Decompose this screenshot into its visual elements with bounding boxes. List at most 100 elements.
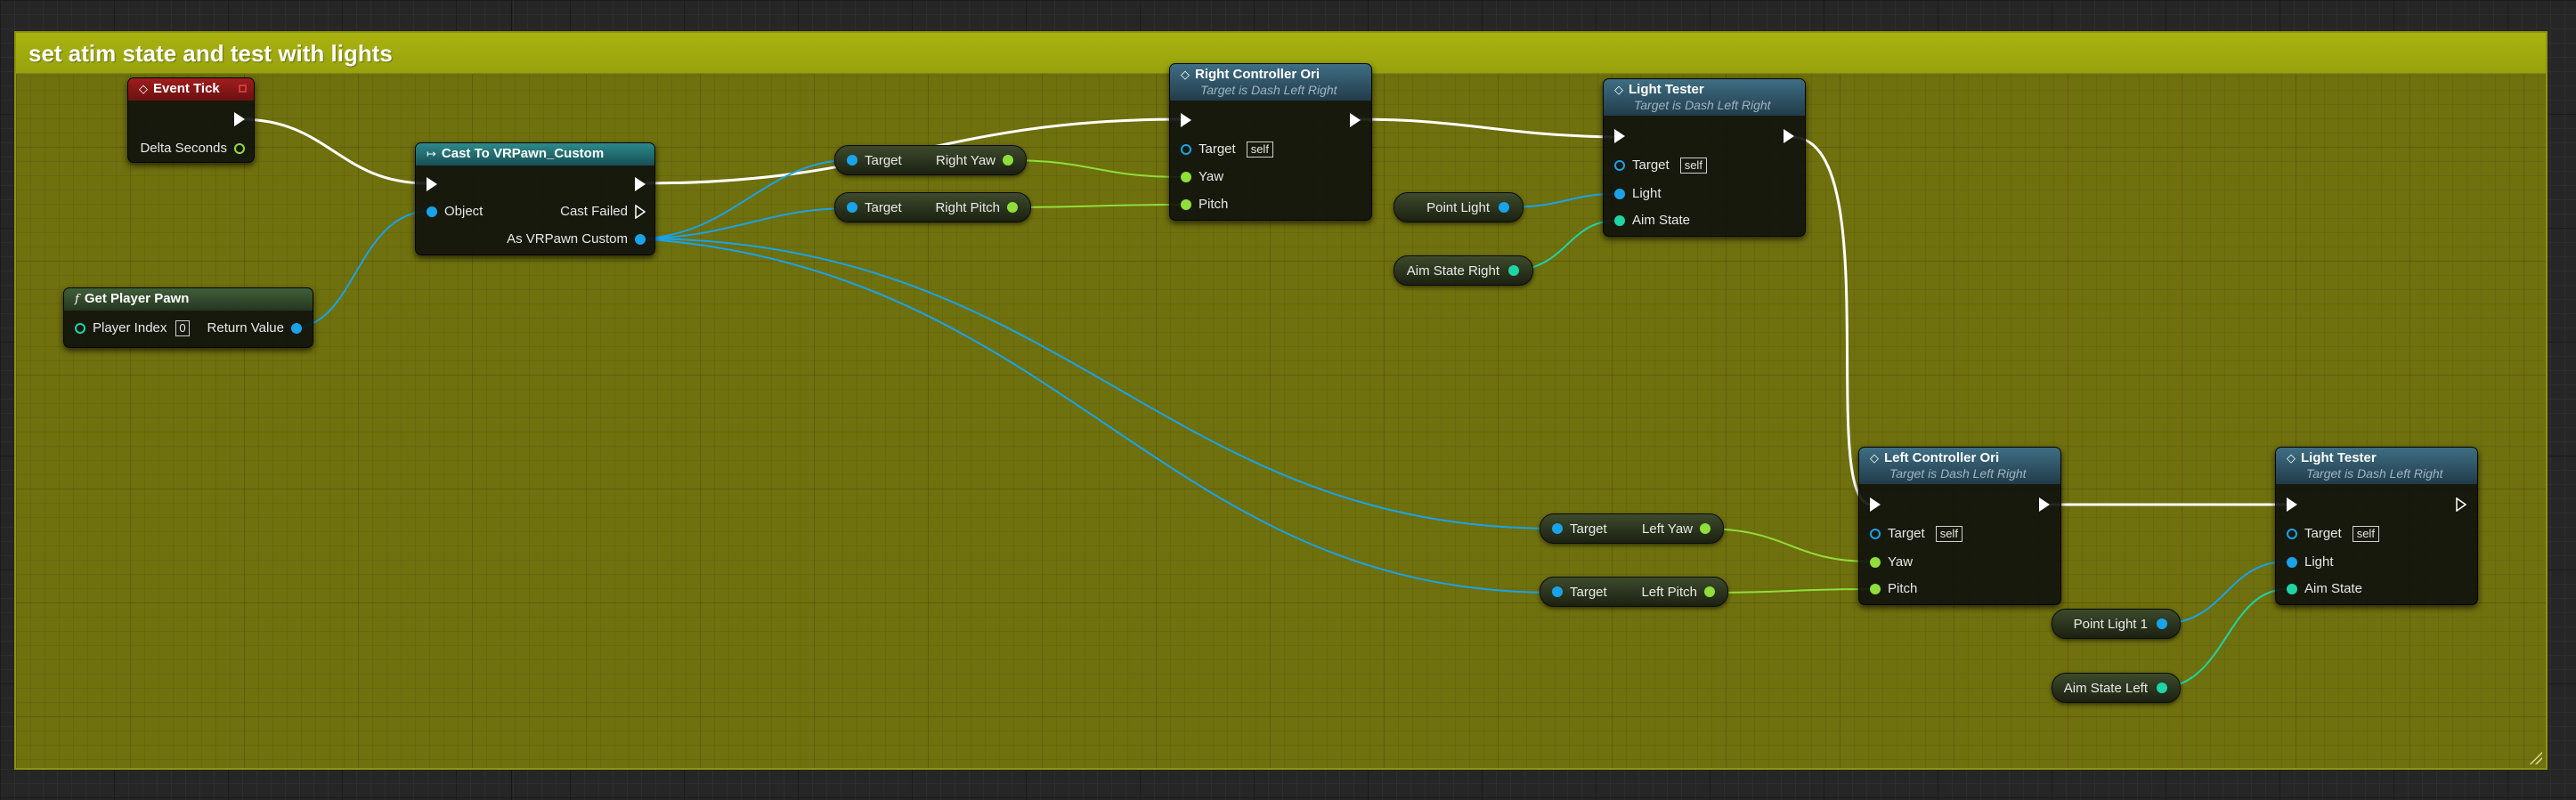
enum-pin-icon[interactable] (2157, 683, 2167, 693)
cast-title: Cast To VRPawn_Custom (441, 146, 605, 161)
object-pin-icon[interactable] (2287, 557, 2297, 568)
float-pin-icon[interactable] (1181, 199, 1191, 210)
target-pin[interactable]: Target self (1614, 158, 1707, 174)
delta-seconds-pin[interactable]: Delta Seconds (140, 141, 245, 157)
function-f-icon: f (75, 293, 79, 306)
enum-pin-icon[interactable] (1508, 265, 1519, 276)
object-pin-icon[interactable] (1499, 202, 1509, 213)
object-pin-icon[interactable] (847, 202, 857, 213)
float-pin-icon[interactable] (1870, 584, 1881, 594)
pitch-pin[interactable]: Pitch (1181, 197, 1228, 213)
target-label: Target (1888, 526, 1925, 541)
aim-state-pin[interactable]: Aim State (1614, 213, 1690, 229)
cast-failed-pin[interactable]: Cast Failed (560, 204, 646, 220)
pitch-pin[interactable]: Pitch (1870, 581, 1917, 597)
left-pitch-label: Left Pitch (1641, 584, 1697, 600)
target-pin[interactable]: Target self (1870, 526, 1962, 542)
float-pin-icon[interactable] (1870, 557, 1881, 568)
cast-object-pin[interactable]: Object (427, 204, 483, 220)
aim-state-right-node[interactable]: Aim State Right (1394, 255, 1533, 286)
exec-out-pin[interactable] (2456, 497, 2466, 516)
light-tester-2-header[interactable]: ◇ Light Tester Target is Dash Left Right (2276, 448, 2477, 484)
return-value-pin[interactable]: Return Value (207, 320, 302, 336)
enum-pin-icon[interactable] (1614, 215, 1625, 226)
exec-hollow-pin-icon[interactable] (2456, 497, 2466, 512)
float-pin-icon[interactable] (1181, 172, 1191, 182)
self-value: self (1246, 141, 1273, 158)
cast-exec-in-pin[interactable] (427, 177, 437, 196)
object-pin-icon[interactable] (635, 234, 646, 245)
delta-seconds-label: Delta Seconds (140, 141, 227, 156)
exec-in-pin[interactable] (1614, 129, 1625, 148)
light-pin[interactable]: Light (1614, 186, 1662, 202)
right-pitch-node[interactable]: Target Right Pitch (834, 192, 1031, 222)
cast-exec-out-pin[interactable] (635, 177, 646, 196)
light-label: Light (2304, 554, 2334, 570)
right-controller-ori-header[interactable]: ◇ Right Controller Ori Target is Dash Lef… (1170, 64, 1371, 101)
object-pin-icon[interactable] (2157, 618, 2167, 629)
yaw-pin[interactable]: Yaw (1870, 554, 1913, 570)
yaw-pin[interactable]: Yaw (1181, 169, 1223, 185)
exec-in-pin[interactable] (1181, 113, 1191, 132)
left-controller-ori-title: Left Controller Ori (1884, 450, 2000, 465)
target-pin[interactable]: Target self (1181, 141, 1273, 158)
float-pin-icon[interactable] (1003, 155, 1013, 166)
int-pin-icon[interactable] (75, 323, 85, 334)
right-yaw-node[interactable]: Target Right Yaw (834, 145, 1027, 175)
target-pin[interactable]: Target self (2287, 526, 2379, 542)
object-pin-icon[interactable] (1870, 529, 1881, 539)
left-controller-ori-header[interactable]: ◇ Left Controller Ori Target is Dash Left… (1859, 448, 2060, 484)
object-pin-icon[interactable] (1552, 586, 1563, 597)
delegate-pin-icon[interactable] (239, 85, 247, 93)
aim-state-pin[interactable]: Aim State (2287, 581, 2362, 597)
enum-pin-icon[interactable] (2287, 584, 2297, 594)
exec-out-pin[interactable] (234, 112, 245, 131)
exec-out-pin[interactable] (1350, 113, 1361, 132)
float-pin-icon[interactable] (1007, 202, 1018, 213)
cast-failed-label: Cast Failed (560, 204, 628, 219)
object-pin-icon[interactable] (847, 155, 857, 166)
as-pawn-pin[interactable]: As VRPawn Custom (507, 231, 646, 247)
float-pin-icon[interactable] (1704, 586, 1715, 597)
object-pin-icon[interactable] (427, 206, 437, 217)
object-pin-icon[interactable] (1614, 160, 1625, 171)
light-tester-node-2[interactable]: ◇ Light Tester Target is Dash Left Right … (2275, 447, 2478, 605)
left-pitch-node[interactable]: Target Left Pitch (1540, 577, 1728, 607)
light-pin[interactable]: Light (2287, 554, 2334, 570)
cast-header[interactable]: ↦ Cast To VRPawn_Custom (416, 143, 654, 166)
float-pin-icon[interactable] (234, 143, 245, 154)
object-pin-icon[interactable] (2287, 529, 2297, 539)
event-tick-header[interactable]: ◇ Event Tick (128, 78, 254, 101)
light-tester-1-title: Light Tester (1629, 82, 1704, 97)
get-player-pawn-header[interactable]: f Get Player Pawn (64, 288, 313, 311)
aim-state-left-node[interactable]: Aim State Left (2052, 673, 2181, 703)
get-player-pawn-node[interactable]: f Get Player Pawn Player Index 0 Return V… (63, 287, 313, 348)
exec-out-pin[interactable] (1784, 129, 1794, 148)
event-diamond-icon: ◇ (139, 82, 148, 95)
point-light-node[interactable]: Point Light (1394, 192, 1524, 222)
function-diamond-icon: ◇ (1181, 68, 1190, 81)
point-light-1-node[interactable]: Point Light 1 (2052, 609, 2181, 639)
resize-grip-icon[interactable] (2530, 752, 2542, 764)
light-tester-1-header[interactable]: ◇ Light Tester Target is Dash Left Right (1604, 79, 1805, 116)
left-yaw-label: Left Yaw (1642, 521, 1693, 537)
light-tester-1-subtitle: Target is Dash Left Right (1634, 98, 1771, 112)
player-index-input[interactable]: 0 (175, 320, 190, 336)
left-yaw-node[interactable]: Target Left Yaw (1540, 513, 1724, 544)
object-pin-icon[interactable] (291, 323, 302, 334)
exec-in-pin[interactable] (2287, 497, 2297, 516)
object-pin-icon[interactable] (1181, 144, 1191, 155)
exec-out-pin[interactable] (2039, 497, 2050, 516)
object-pin-icon[interactable] (1552, 523, 1563, 534)
exec-in-pin[interactable] (1870, 497, 1881, 516)
float-pin-icon[interactable] (1700, 523, 1711, 534)
event-tick-node[interactable]: ◇ Event Tick Delta Seconds (127, 77, 255, 163)
light-tester-node-1[interactable]: ◇ Light Tester Target is Dash Left Right … (1603, 78, 1806, 237)
cast-node[interactable]: ↦ Cast To VRPawn_Custom Object Cast Faile… (415, 142, 655, 255)
exec-hollow-pin-icon[interactable] (635, 205, 646, 219)
cast-arrows-icon: ↦ (427, 147, 436, 160)
right-controller-ori-node[interactable]: ◇ Right Controller Ori Target is Dash Lef… (1169, 63, 1372, 221)
player-index-pin[interactable]: Player Index 0 (75, 320, 190, 336)
left-controller-ori-node[interactable]: ◇ Left Controller Ori Target is Dash Left… (1858, 447, 2061, 605)
object-pin-icon[interactable] (1614, 189, 1625, 199)
